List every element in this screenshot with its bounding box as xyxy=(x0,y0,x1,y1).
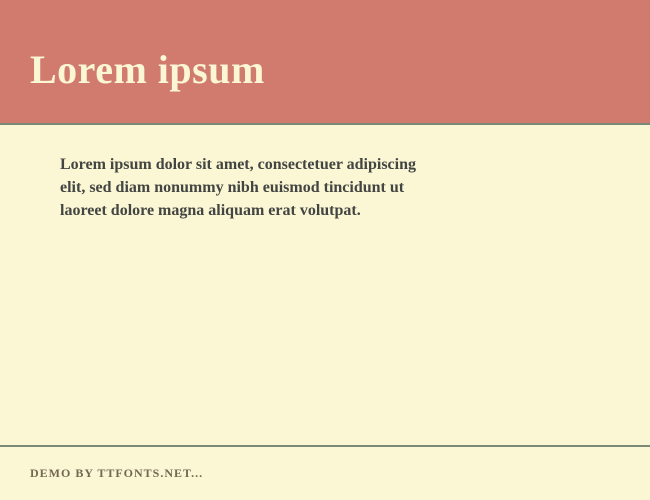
body-text: Lorem ipsum dolor sit amet, consectetuer… xyxy=(60,153,440,223)
footer-text: DEMO BY TTFONTS.NET... xyxy=(30,466,203,481)
header-banner: Lorem ipsum xyxy=(0,0,650,123)
footer: DEMO BY TTFONTS.NET... xyxy=(0,447,650,500)
page-title: Lorem ipsum xyxy=(30,46,265,93)
content-area: Lorem ipsum dolor sit amet, consectetuer… xyxy=(0,125,650,445)
